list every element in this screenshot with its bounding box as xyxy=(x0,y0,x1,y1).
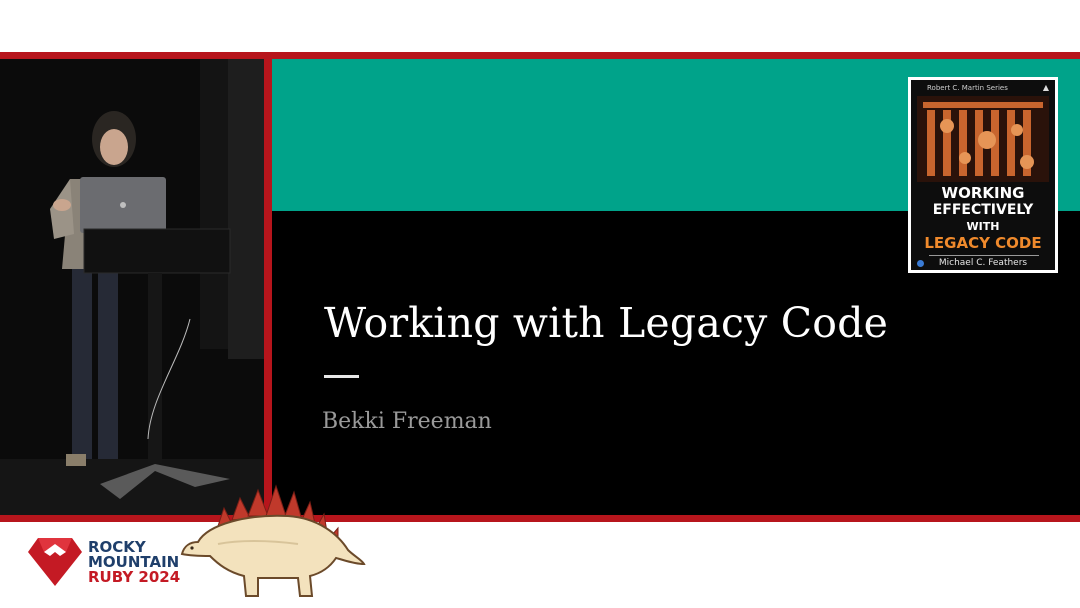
conference-line-3: RUBY 2024 xyxy=(88,568,181,586)
slide-subtitle: Bekki Freeman xyxy=(322,409,492,434)
stegosaurus-mascot-icon xyxy=(180,484,366,597)
publisher-icon: ▲ xyxy=(1042,83,1049,92)
book-title-line-3: WITH xyxy=(966,220,1000,233)
book-title-line-1: WORKING xyxy=(941,184,1025,202)
slide-title: Working with Legacy Code xyxy=(324,299,889,347)
presentation-slide: Robert C. Martin Series ▲ WORKING EFFECT… xyxy=(272,59,1080,515)
ruby-gem-icon xyxy=(28,538,82,586)
book-author: Michael C. Feathers xyxy=(938,258,1028,268)
book-title-line-4: LEGACY CODE xyxy=(924,234,1042,252)
conference-logo-text: ROCKY MOUNTAIN RUBY 2024 xyxy=(88,540,180,585)
top-letterbox xyxy=(0,0,1080,52)
speaker-video xyxy=(0,59,264,515)
book-cover: Robert C. Martin Series ▲ WORKING EFFECT… xyxy=(908,77,1058,273)
book-divider xyxy=(929,255,1039,256)
title-divider xyxy=(324,375,359,378)
book-series: Robert C. Martin Series xyxy=(927,84,1008,92)
book-cover-art xyxy=(917,96,1049,182)
book-title-line-2: EFFECTIVELY xyxy=(932,202,1034,218)
speaker-scene xyxy=(0,59,264,515)
book-cover-inner: Robert C. Martin Series ▲ WORKING EFFECT… xyxy=(911,80,1055,270)
